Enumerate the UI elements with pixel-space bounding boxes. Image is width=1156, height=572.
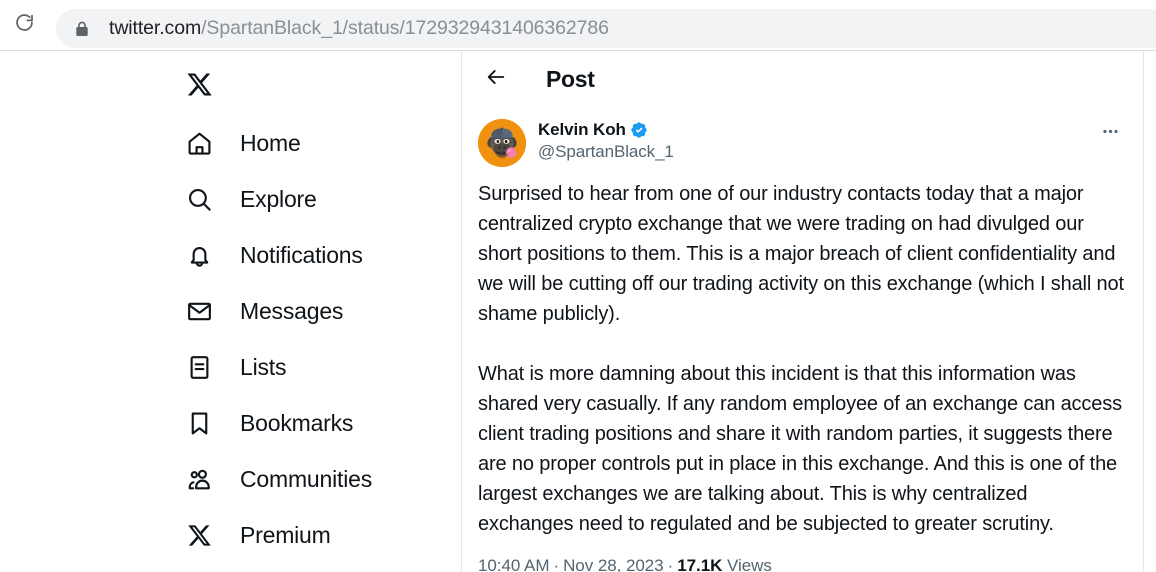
sidebar-item-home[interactable]: Home — [162, 115, 461, 171]
post-author-row: Kelvin Koh @SpartanBlack_1 — [478, 111, 1127, 167]
sidebar-item-label-premium: Premium — [240, 521, 331, 548]
sidebar-item-premium[interactable]: Premium — [162, 507, 461, 563]
post-paragraph-1: Surprised to hear from one of our indust… — [478, 183, 1124, 325]
x-logo-button[interactable] — [174, 62, 224, 112]
post-article: Kelvin Koh @SpartanBlack_1 Surprised to … — [462, 107, 1143, 572]
post-column: Post Kelvin Koh @SpartanBlack_1 Surprise… — [462, 51, 1144, 572]
post-text: Surprised to hear from one of our indust… — [478, 167, 1127, 539]
sidebar-item-label-explore: Explore — [240, 185, 317, 212]
lock-icon — [75, 21, 89, 37]
sidebar-item-bookmarks[interactable]: Bookmarks — [162, 395, 461, 451]
sidebar-item-notifications[interactable]: Notifications — [162, 227, 461, 283]
browser-toolbar: twitter.com/SpartanBlack_1/status/172932… — [0, 0, 1156, 51]
x-logo-icon — [174, 523, 224, 548]
right-gutter — [1144, 51, 1156, 572]
primary-navigation-sidebar: Home Explore Notifications Messages List… — [162, 51, 462, 572]
sidebar-item-messages[interactable]: Messages — [162, 283, 461, 339]
page-title: Post — [546, 65, 595, 92]
avatar[interactable] — [478, 119, 526, 167]
post-header: Post — [462, 51, 1143, 107]
sidebar-item-label-communities: Communities — [240, 465, 373, 492]
sidebar-item-label-messages: Messages — [240, 297, 344, 324]
author-handle[interactable]: @SpartanBlack_1 — [538, 141, 1093, 163]
sidebar-logo-row — [162, 59, 461, 115]
sidebar-item-label-home: Home — [240, 129, 301, 156]
sidebar-item-explore[interactable]: Explore — [162, 171, 461, 227]
bored-ape-avatar-art — [478, 119, 526, 167]
post-time: 10:40 AM — [478, 556, 550, 572]
twitter-page: Home Explore Notifications Messages List… — [0, 51, 1156, 572]
more-options-icon — [1101, 122, 1120, 146]
more-options-button[interactable] — [1093, 117, 1127, 151]
search-icon — [174, 186, 224, 213]
meta-separator-1: · — [553, 556, 560, 572]
x-logo-icon — [186, 71, 213, 103]
meta-separator-2: · — [667, 556, 674, 572]
url-host: twitter.com — [109, 17, 202, 39]
views-count: 17.1K — [677, 556, 723, 572]
post-author-names: Kelvin Koh @SpartanBlack_1 — [538, 119, 1093, 163]
post-metadata: 10:40 AM · Nov 28, 2023 · 17.1K Views — [478, 539, 1127, 572]
sidebar-item-lists[interactable]: Lists — [162, 339, 461, 395]
envelope-icon — [174, 298, 224, 325]
url-path: /SpartanBlack_1/status/17293294314063627… — [201, 17, 609, 39]
post-date: Nov 28, 2023 — [563, 556, 664, 572]
verified-badge-icon — [630, 121, 648, 139]
communities-icon — [174, 466, 224, 493]
reload-icon — [14, 12, 35, 38]
url-text: twitter.com/SpartanBlack_1/status/172932… — [109, 17, 609, 40]
sidebar-item-label-notifications: Notifications — [240, 241, 363, 268]
sidebar-item-label-bookmarks: Bookmarks — [240, 409, 354, 436]
post-paragraph-2: What is more damning about this incident… — [478, 363, 1122, 535]
sidebar-item-label-lists: Lists — [240, 353, 287, 380]
left-gutter — [0, 51, 162, 572]
bookmark-icon — [174, 410, 224, 437]
sidebar-item-communities[interactable]: Communities — [162, 451, 461, 507]
back-button[interactable] — [478, 61, 514, 97]
lists-icon — [174, 354, 224, 381]
bell-icon — [174, 242, 224, 269]
views-label[interactable]: Views — [727, 556, 772, 572]
post-author-name-line: Kelvin Koh — [538, 120, 1093, 140]
back-arrow-icon — [485, 66, 507, 93]
reload-button[interactable] — [9, 10, 39, 40]
author-display-name[interactable]: Kelvin Koh — [538, 120, 626, 140]
home-icon — [174, 130, 224, 157]
address-bar[interactable]: twitter.com/SpartanBlack_1/status/172932… — [56, 9, 1156, 48]
